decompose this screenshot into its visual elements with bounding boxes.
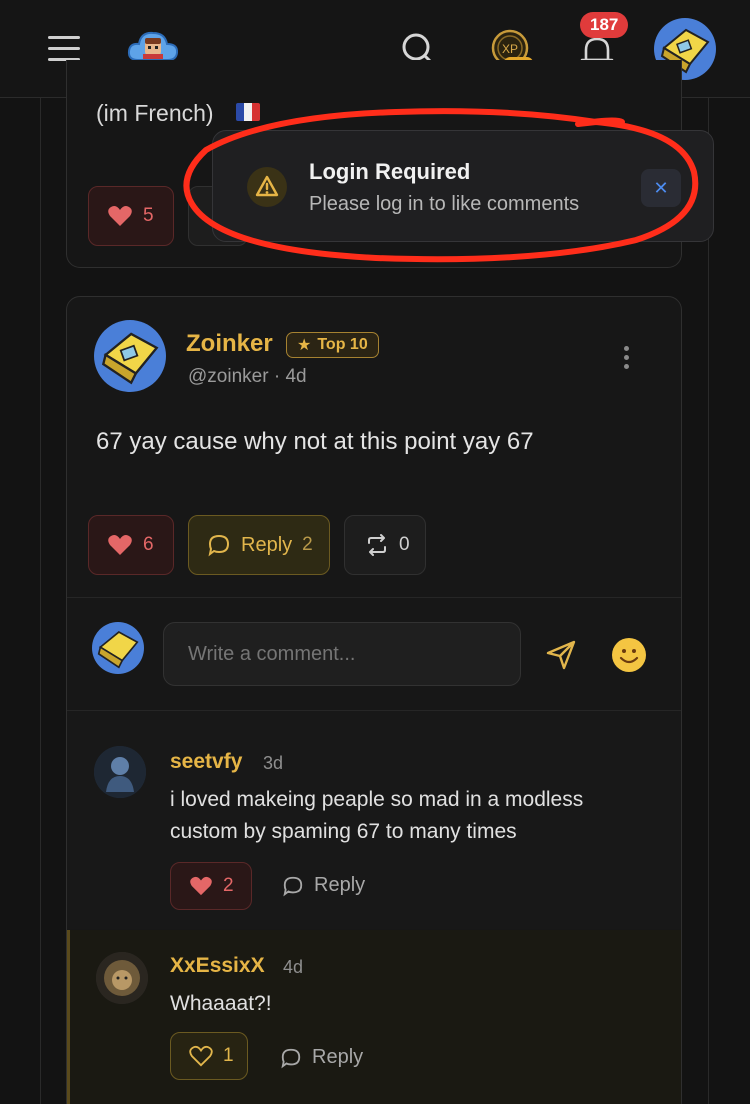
like-button[interactable]: 5 [88,186,174,246]
close-button[interactable]: ✕ [641,169,681,207]
comment-bubble-icon [283,876,303,896]
more-options-icon[interactable] [616,346,636,374]
repost-button[interactable]: 0 [344,515,426,575]
reply-label: Reply [312,1046,364,1068]
like-count: 5 [143,205,154,226]
comment-bubble-icon [281,1048,301,1068]
send-icon[interactable] [544,638,578,672]
like-count: 6 [143,534,154,555]
robot-avatar-icon [94,746,146,798]
commenter-username[interactable]: Zoinker [186,330,273,358]
feed-left-border [40,98,41,1104]
reply-avatar[interactable] [94,746,146,798]
reply-username[interactable]: XxEssixX [170,954,265,978]
lion-avatar-icon [96,952,148,1004]
avatar-cube-icon [94,320,166,392]
divider [67,597,681,598]
like-button[interactable]: 6 [88,515,174,575]
comment-input[interactable] [163,622,521,686]
toast-title: Login Required [309,159,471,184]
nested-reply-item [67,930,681,1104]
heart-icon [108,206,132,226]
reply-label: Reply [314,874,366,896]
reply-avatar[interactable] [96,952,148,1004]
previous-comment-text: (im French) [96,100,214,126]
commenter-avatar[interactable] [94,320,166,392]
login-required-toast: Login Required Please log in to like com… [212,130,714,242]
separator-dot: · [273,366,281,387]
comment-text: 67 yay cause why not at this point yay 6… [96,428,534,455]
handle-text: @zoinker [188,366,269,387]
reply-label: Reply [241,533,293,556]
reply-link[interactable]: Reply [280,1046,363,1069]
reply-text-line-2: custom by spaming 67 to many times [170,820,517,843]
xp-label: XP [502,42,518,56]
reply-time: 3d [263,753,284,773]
warning-icon [247,167,287,207]
comment-bubble-icon [208,534,230,557]
my-avatar [92,622,144,674]
reply-link[interactable]: Reply [282,874,365,897]
feed-right-border [708,98,709,1104]
emoji-icon[interactable] [612,638,646,672]
like-button[interactable]: 1 [170,1032,248,1080]
repost-count: 0 [399,534,410,555]
like-button[interactable]: 2 [170,862,252,910]
top-10-badge: ★ Top 10 [286,332,379,358]
reply-text-line-1: Whaaaat?! [170,992,272,1015]
post-time: 4d [285,366,307,387]
notification-count-badge: 187 [580,12,629,38]
commenter-handle: @zoinker · 4d [188,366,307,388]
menu-icon[interactable] [48,36,80,62]
repost-icon [368,534,386,556]
reply-text-line-1: i loved makeing peaple so mad in a modle… [170,788,584,811]
reply-button[interactable]: Reply 2 [188,515,330,575]
reply-time: 4d [283,957,304,977]
toast-message: Please log in to like comments [309,193,580,215]
heart-icon [108,535,132,555]
reply-count: 2 [302,534,313,555]
like-count: 2 [223,875,234,896]
badge-label: Top 10 [317,336,368,353]
reply-username[interactable]: seetvfy [170,750,242,774]
star-icon: ★ [297,337,312,354]
heart-icon [190,876,212,896]
like-count: 1 [223,1045,234,1066]
avatar-cube-icon [92,622,144,674]
heart-outline-icon [189,1045,213,1067]
french-flag-icon [236,103,260,121]
